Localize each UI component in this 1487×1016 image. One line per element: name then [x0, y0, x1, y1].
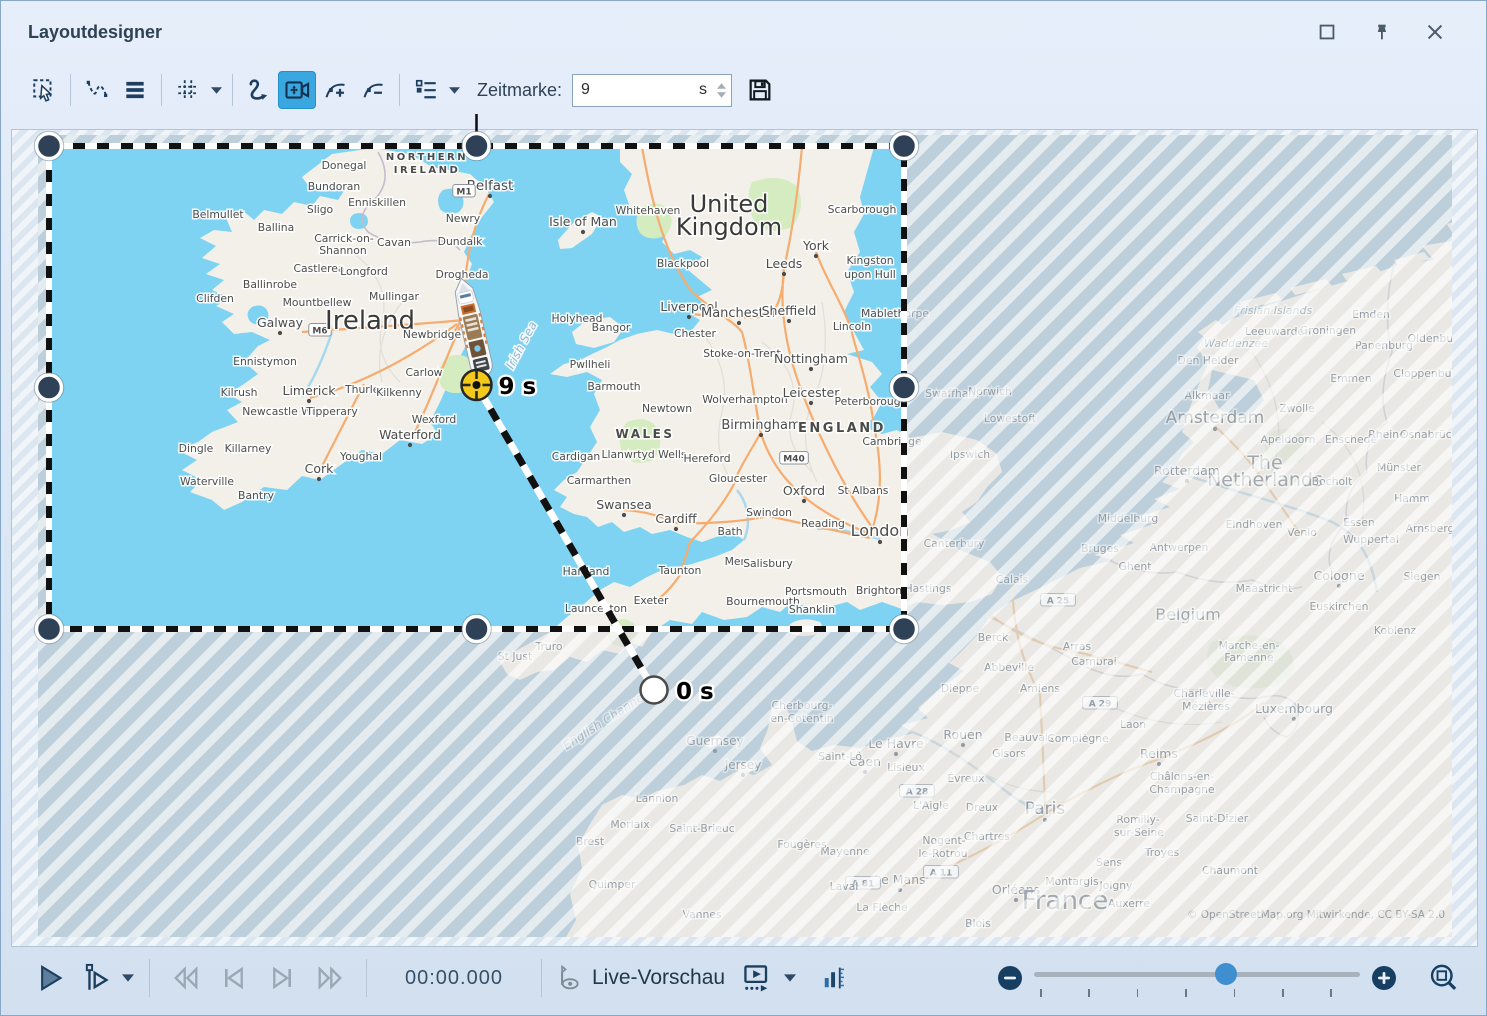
zoom-out-icon [996, 964, 1024, 992]
save-button[interactable] [746, 76, 774, 104]
curve-select-icon [84, 77, 110, 103]
save-icon [746, 76, 774, 104]
transport-separator [366, 959, 367, 997]
zoom-slider-track[interactable] [1034, 972, 1360, 977]
play-icon [33, 961, 67, 995]
curve-select-tool-button[interactable] [78, 71, 116, 109]
skip-end-icon [312, 960, 348, 996]
maximize-button[interactable] [1314, 19, 1340, 45]
skip-to-end-button[interactable] [306, 960, 354, 996]
play-options-dropdown[interactable] [119, 959, 137, 997]
zoom-fit-button[interactable] [1426, 961, 1460, 995]
timecode-display: 00:00.000 [379, 967, 529, 990]
layers-tool-button[interactable] [116, 71, 154, 109]
preview-window-button[interactable] [733, 960, 781, 996]
keyframe-list-tool-button[interactable] [407, 71, 445, 109]
play-from-marker-button[interactable] [73, 961, 119, 995]
designer-canvas[interactable] [11, 129, 1478, 947]
zeitmarke-spinner[interactable] [711, 83, 731, 98]
zeitmarke-input[interactable]: 9 s [572, 74, 732, 107]
zeitmarke-value: 9 [573, 81, 699, 99]
path-draw-tool-button[interactable] [240, 71, 278, 109]
preview-options-dropdown[interactable] [781, 959, 799, 997]
live-preview-label: Live-Vorschau [592, 966, 725, 990]
layoutdesigner-window: NORTHERNIRELANDBelfastM1DonegalBundoranE… [0, 0, 1487, 1016]
grid-icon [175, 77, 201, 103]
close-button[interactable] [1422, 19, 1448, 45]
titlebar: Layoutdesigner [11, 9, 1476, 55]
zoom-slider-thumb[interactable] [1215, 963, 1237, 985]
preview-window-icon [739, 960, 775, 996]
grid-tool-dropdown[interactable] [207, 71, 225, 109]
select-tool-button[interactable] [25, 71, 63, 109]
play-button[interactable] [27, 961, 73, 995]
layout-frame-viewport[interactable] [50, 147, 905, 630]
node-add-icon [322, 77, 349, 104]
live-preview-icon [554, 962, 584, 994]
zeitmarke-label: Zeitmarke: [477, 80, 562, 101]
camera-pan-tool-button[interactable] [278, 71, 316, 109]
layers-icon [122, 77, 148, 103]
path-curve-icon [245, 76, 273, 104]
chevron-down-icon [211, 87, 222, 94]
transport-separator [541, 959, 542, 997]
keyframe-list-dropdown[interactable] [445, 71, 463, 109]
statistics-button[interactable] [813, 962, 855, 994]
next-frame-icon [264, 960, 300, 996]
camera-pan-icon [283, 76, 311, 104]
zoom-slider[interactable] [1034, 963, 1360, 993]
chevron-down-icon [122, 974, 134, 982]
zoom-in-icon [1370, 964, 1398, 992]
keyframe-list-icon [413, 77, 439, 103]
pin-icon [1370, 21, 1392, 43]
map[interactable] [38, 135, 1452, 937]
toolbar-separator [232, 74, 233, 106]
previous-frame-icon [216, 960, 252, 996]
close-icon [1424, 21, 1446, 43]
zoom-out-button[interactable] [996, 964, 1024, 992]
toolbar-separator [161, 74, 162, 106]
statistics-icon [819, 962, 849, 994]
node-add-tool-button[interactable] [316, 71, 354, 109]
window-title: Layoutdesigner [11, 22, 162, 43]
grid-tool-button[interactable] [169, 71, 207, 109]
toolbar-separator [70, 74, 71, 106]
zoom-controls [996, 947, 1460, 1009]
maximize-icon [1316, 21, 1338, 43]
next-frame-button[interactable] [258, 960, 306, 996]
spin-down-icon [717, 92, 726, 98]
play-from-marker-icon [79, 961, 113, 995]
zoom-fit-icon [1426, 961, 1460, 995]
zoom-slider-ticks [1040, 989, 1332, 997]
zoom-in-button[interactable] [1370, 964, 1398, 992]
skip-start-icon [168, 960, 204, 996]
node-remove-tool-button[interactable] [354, 71, 392, 109]
spin-up-icon [717, 83, 726, 89]
pin-button[interactable] [1368, 19, 1394, 45]
zeitmarke-unit: s [699, 81, 711, 99]
select-icon [31, 77, 57, 103]
chevron-down-icon [784, 974, 796, 982]
transport-bar: 00:00.000 Live-Vorschau [11, 947, 1478, 1009]
toolbar-separator [399, 74, 400, 106]
node-remove-icon [360, 77, 387, 104]
map-vivid-layer [50, 147, 905, 630]
chevron-down-icon [449, 87, 460, 94]
skip-to-start-button[interactable] [162, 960, 210, 996]
main-toolbar: Zeitmarke: 9 s [11, 59, 1476, 121]
transport-separator [149, 959, 150, 997]
previous-frame-button[interactable] [210, 960, 258, 996]
